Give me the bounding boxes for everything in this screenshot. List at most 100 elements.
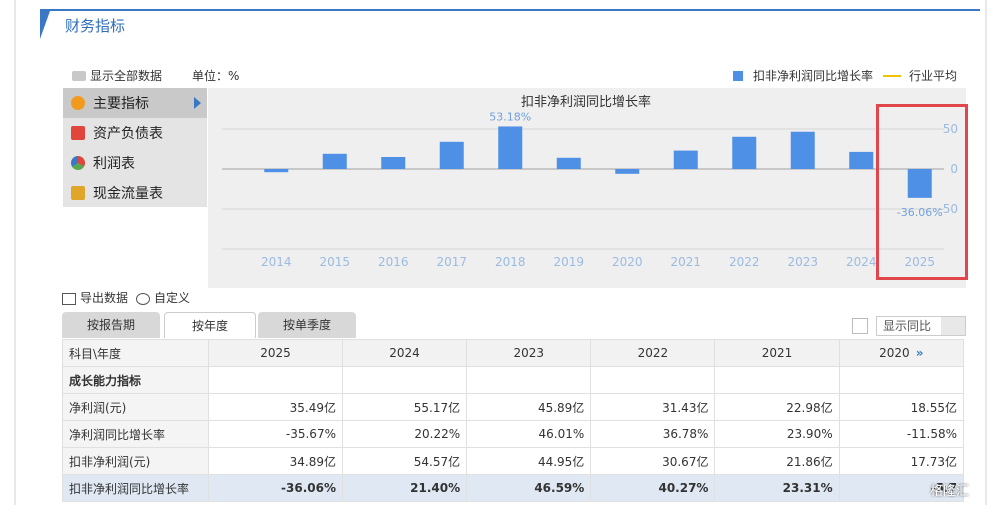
x-tick-label: 2022 <box>729 255 760 269</box>
tab-by-report-period[interactable]: 按报告期 <box>62 312 160 338</box>
tab-by-quarter[interactable]: 按单季度 <box>258 312 356 338</box>
row-label: 扣非净利润同比增长率 <box>62 474 209 502</box>
bar-2022 <box>732 136 757 169</box>
table-cell: 30.67亿 <box>590 447 716 475</box>
chart-legend: 扣非净利润同比增长率 行业平均 <box>733 67 957 84</box>
growth-chart: 50 0 -50 扣非净利润同比增长率 2014 2015 2016 2017 2018 2019… <box>208 88 966 288</box>
year-header: 2022 <box>590 339 716 367</box>
customize-label: 自定义 <box>154 291 191 305</box>
table-cell: 17.73亿 <box>838 447 965 475</box>
year-header: 2021 <box>714 339 840 367</box>
page-border-left <box>14 0 16 505</box>
statement-menu: 主要指标 资产负债表 利润表 现金流量表 <box>63 88 207 207</box>
table-cell: -11.58% <box>838 420 965 448</box>
menu-item-label: 现金流量表 <box>93 186 163 202</box>
yoy-checkbox[interactable] <box>852 318 868 334</box>
bar-2024 <box>849 151 874 169</box>
menu-item-label: 资产负债表 <box>93 126 163 142</box>
menu-item-main-indicators[interactable]: 主要指标 <box>63 88 207 118</box>
table-cell: 44.95亿 <box>466 447 592 475</box>
customize-button[interactable]: 自定义 <box>136 289 190 306</box>
gear-icon <box>71 96 85 110</box>
menu-item-label: 利润表 <box>93 156 135 172</box>
year-header: 2025 <box>208 339 343 367</box>
x-tick-label: 2018 <box>495 255 526 269</box>
table-cell <box>208 366 343 394</box>
unit-label: 单位：% <box>192 69 240 83</box>
section-header: 财务指标 <box>40 9 980 39</box>
table-cell: 45.89亿 <box>466 393 592 421</box>
table-cell: 34.89亿 <box>208 447 343 475</box>
bar-2015 <box>322 153 347 169</box>
legend-series-swatch <box>733 70 743 81</box>
financial-table: 科目\年度 2025 2024 2023 2022 2021 2020» 成长能… <box>62 339 965 502</box>
x-tick-label: 2023 <box>787 255 818 269</box>
table-cell: 54.57亿 <box>341 447 468 475</box>
legend-avg-label[interactable]: 行业平均 <box>909 67 957 84</box>
menu-item-balance-sheet[interactable]: 资产负债表 <box>63 118 207 148</box>
x-tick-label: 2015 <box>319 255 350 269</box>
table-cell: 22.98亿 <box>714 393 840 421</box>
x-tick-label: 2017 <box>436 255 467 269</box>
coins-icon <box>71 186 85 200</box>
bar-2014 <box>264 169 289 173</box>
table-row: 扣非净利润(元) 34.89亿 54.57亿 44.95亿 30.67亿 21.86亿 17… <box>62 447 965 475</box>
tab-by-year[interactable]: 按年度 <box>164 312 256 338</box>
table-cell: 21.86亿 <box>714 447 840 475</box>
table-header-row: 科目\年度 2025 2024 2023 2022 2021 2020» <box>62 339 965 367</box>
table-cell: -36.06% <box>208 474 343 502</box>
menu-item-cash-flow[interactable]: 现金流量表 <box>63 178 207 208</box>
data-label: 53.18% <box>489 110 531 123</box>
row-label: 净利润同比增长率 <box>62 420 209 448</box>
export-icon <box>62 292 76 305</box>
table-row: 成长能力指标 <box>62 366 965 394</box>
table-row: 净利润同比增长率 -35.67% 20.22% 46.01% 36.78% 23.90% -… <box>62 420 965 448</box>
table-cell: 31.43亿 <box>590 393 716 421</box>
header-accent <box>40 11 50 39</box>
table-cell: 46.01% <box>466 420 592 448</box>
chart-actions: 导出数据 自定义 <box>62 289 190 306</box>
menu-item-label: 主要指标 <box>93 96 149 112</box>
legend-series-label[interactable]: 扣非净利润同比增长率 <box>753 67 873 84</box>
legend-avg-swatch <box>883 74 902 77</box>
yoy-select[interactable]: 显示同比 <box>876 316 966 336</box>
table-cell: 18.55亿 <box>838 393 965 421</box>
table-cell <box>714 366 840 394</box>
table-cell: 35.49亿 <box>208 393 343 421</box>
menu-item-income-statement[interactable]: 利润表 <box>63 148 207 178</box>
corner-header: 科目\年度 <box>62 339 209 367</box>
watermark: 格隆汇 <box>930 484 970 499</box>
bar-2019 <box>556 157 581 169</box>
year-header: 2023 <box>466 339 592 367</box>
yoy-toggle: 显示同比 <box>852 316 966 336</box>
x-tick-label: 2024 <box>846 255 877 269</box>
x-tick-label: 2021 <box>670 255 701 269</box>
chart-title: 扣非净利润同比增长率 <box>521 94 651 110</box>
table-cell: 23.90% <box>714 420 840 448</box>
bar-2020 <box>615 169 640 174</box>
pie-icon <box>71 156 85 170</box>
comment-icon <box>72 70 86 81</box>
table-cell: 46.59% <box>466 474 592 502</box>
row-label: 扣非净利润(元) <box>62 447 209 475</box>
gear-icon <box>136 292 151 305</box>
x-tick-label: 2019 <box>553 255 584 269</box>
table-cell <box>466 366 592 394</box>
row-label: 成长能力指标 <box>62 366 209 394</box>
bar-2021 <box>673 150 698 169</box>
more-columns-icon[interactable]: » <box>916 346 924 360</box>
table-cell: 20.22% <box>341 420 468 448</box>
bar-2017 <box>439 141 464 169</box>
x-tick-label: 2014 <box>261 255 292 269</box>
bar-chart-svg: 500-50扣非净利润同比增长率2014 2015 2016 2017 2018 2019… <box>222 94 958 269</box>
table-cell: 23.31% <box>714 474 840 502</box>
table-cell: 40.27% <box>590 474 716 502</box>
table-row: 净利润(元) 35.49亿 55.17亿 45.89亿 31.43亿 22.98亿 18.5… <box>62 393 965 421</box>
table-cell: 36.78% <box>590 420 716 448</box>
table-cell <box>590 366 716 394</box>
show-all-data-toggle[interactable]: 显示全部数据 <box>72 67 162 84</box>
document-icon <box>71 126 85 140</box>
x-tick-label: 2020 <box>612 255 643 269</box>
page-border-right <box>985 0 987 505</box>
export-data-button[interactable]: 导出数据 <box>62 289 128 306</box>
